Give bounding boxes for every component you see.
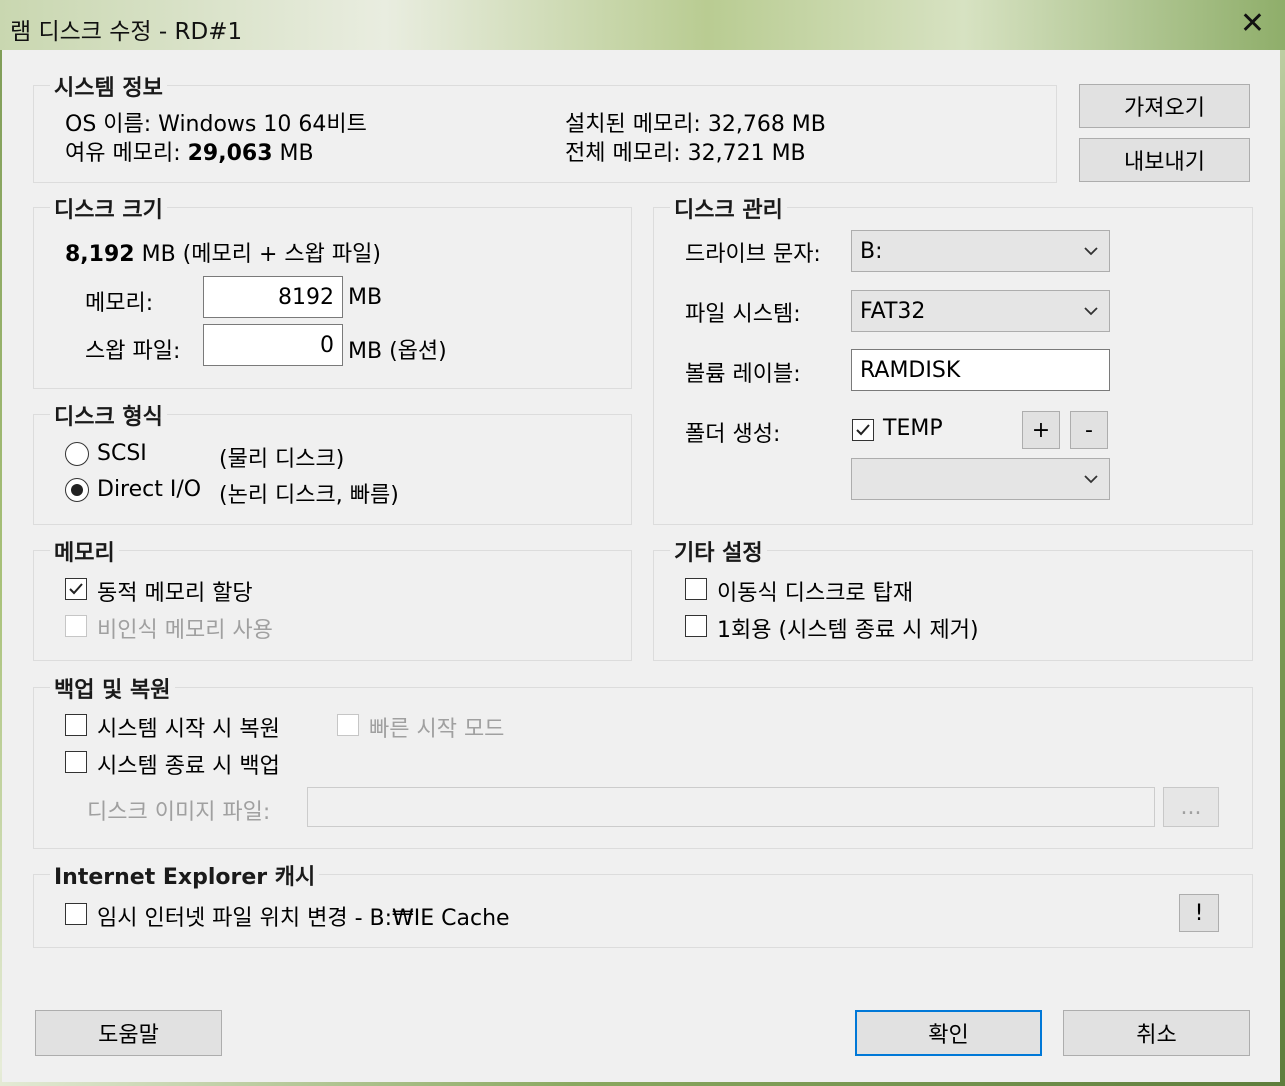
restore-on-start-checkbox[interactable] [65,714,87,736]
removable-label[interactable]: 이동식 디스크로 탑재 [717,575,913,607]
other-settings-group: 기타 설정 이동식 디스크로 탑재 1회용 (시스템 종료 시 제거) [653,535,1253,661]
help-button[interactable]: 도움말 [35,1010,222,1056]
fast-start-label[interactable]: 빠른 시작 모드 [369,711,504,743]
os-label: OS 이름: [65,112,152,137]
disk-size-total: 8,192 MB (메모리 + 스왑 파일) [65,236,381,268]
memory-group: 메모리 동적 메모리 할당 비인식 메모리 사용 [33,535,632,661]
ie-cache-label: Internet Explorer 캐시 [50,859,320,891]
close-icon[interactable]: ✕ [1240,6,1265,41]
disk-size-group: 디스크 크기 8,192 MB (메모리 + 스왑 파일) 메모리: 8192 … [33,192,632,389]
scsi-radio[interactable] [65,442,89,466]
backup-group: 백업 및 복원 시스템 시작 시 복원 빠른 시작 모드 시스템 종료 시 백업… [33,672,1253,849]
image-file-label: 디스크 이미지 파일: [87,800,271,825]
image-file-input[interactable] [307,787,1155,827]
filesystem-select[interactable]: FAT32 [851,290,1110,332]
filesystem-label: 파일 시스템: [685,302,801,327]
free-mem-label: 여유 메모리: [65,141,181,166]
memory-group-label: 메모리 [50,535,119,567]
chevron-down-icon [1084,475,1098,484]
ok-button[interactable]: 확인 [855,1010,1042,1056]
memory-size-label: 메모리: [85,291,154,316]
backup-on-shutdown-checkbox[interactable] [65,751,87,773]
backup-label: 백업 및 복원 [50,672,175,704]
fast-start-checkbox[interactable] [337,714,359,736]
ie-cache-group: Internet Explorer 캐시 임시 인터넷 파일 위치 변경 - B… [33,859,1253,948]
cancel-button[interactable]: 취소 [1063,1010,1250,1056]
free-mem-unit: MB [279,141,314,166]
title-bar[interactable]: 램 디스크 수정 - RD#1 ✕ [0,0,1285,50]
folder-select[interactable] [851,458,1110,500]
chevron-down-icon [1084,247,1098,256]
disk-manage-group: 디스크 관리 드라이브 문자: B: 파일 시스템: FAT32 볼륨 레이블:… [653,192,1253,525]
total-memory: 전체 메모리: 32,721 MB [565,141,806,166]
other-settings-label: 기타 설정 [670,535,767,567]
swap-size-input[interactable]: 0 [203,324,343,366]
folder-temp-label[interactable]: TEMP [883,416,943,441]
system-info-label: 시스템 정보 [50,70,167,102]
backup-on-shutdown-label[interactable]: 시스템 종료 시 백업 [97,748,280,780]
directio-desc: (논리 디스크, 빠름) [219,483,399,508]
swap-size-label: 스왑 파일: [85,339,181,364]
disk-size-total-suffix: MB (메모리 + 스왑 파일) [141,242,381,267]
system-info-group: 시스템 정보 OS 이름: Windows 10 64비트 여유 메모리: 29… [33,70,1057,183]
ie-info-button[interactable]: ! [1179,894,1219,932]
browse-button[interactable]: ... [1163,787,1219,827]
volume-label-label: 볼륨 레이블: [685,362,801,387]
chevron-down-icon [1084,307,1098,316]
onetime-checkbox[interactable] [685,615,707,637]
disk-type-group: 디스크 형식 SCSI (물리 디스크) Direct I/O (논리 디스크,… [33,399,632,525]
drive-letter-value: B: [860,238,883,264]
disk-size-total-value: 8,192 [65,242,135,267]
window-title: 램 디스크 수정 - RD#1 [10,19,243,45]
folder-temp-checkbox[interactable] [852,419,874,441]
ie-cache-change-label[interactable]: 임시 인터넷 파일 위치 변경 - B:₩IE Cache [97,900,510,932]
memory-size-input[interactable]: 8192 [203,276,343,318]
disk-size-label: 디스크 크기 [50,192,167,224]
free-memory: 여유 메모리: 29,063 MB [65,135,314,167]
volume-label-input[interactable]: RAMDISK [851,349,1110,391]
dynamic-memory-label[interactable]: 동적 메모리 할당 [97,575,253,607]
drive-letter-select[interactable]: B: [851,230,1110,272]
dialog-client: 시스템 정보 OS 이름: Windows 10 64비트 여유 메모리: 29… [2,50,1280,1082]
swap-size-unit: MB (옵션) [348,339,447,364]
installed-memory: 설치된 메모리: 32,768 MB [565,112,826,137]
scsi-desc: (물리 디스크) [219,447,345,472]
remove-folder-button[interactable]: - [1070,411,1108,449]
import-button[interactable]: 가져오기 [1079,84,1250,128]
onetime-label[interactable]: 1회용 (시스템 종료 시 제거) [717,612,979,644]
folder-create-label: 폴더 생성: [685,422,781,447]
export-button[interactable]: 내보내기 [1079,138,1250,182]
os-name: OS 이름: Windows 10 64비트 [65,106,367,138]
disk-manage-label: 디스크 관리 [670,192,787,224]
filesystem-value: FAT32 [860,298,926,324]
directio-radio[interactable] [65,478,89,502]
dynamic-memory-checkbox[interactable] [65,578,87,600]
restore-on-start-label[interactable]: 시스템 시작 시 복원 [97,711,280,743]
nonpaged-memory-label[interactable]: 비인식 메모리 사용 [97,612,273,644]
memory-size-unit: MB [348,285,383,310]
os-value: Windows 10 64비트 [158,112,367,137]
directio-label[interactable]: Direct I/O [97,477,201,502]
ie-cache-checkbox[interactable] [65,903,87,925]
disk-type-label: 디스크 형식 [50,399,167,431]
drive-letter-label: 드라이브 문자: [685,242,821,267]
free-mem-value: 29,063 [187,141,273,166]
add-folder-button[interactable]: + [1022,411,1060,449]
scsi-label[interactable]: SCSI [97,441,147,466]
removable-checkbox[interactable] [685,578,707,600]
nonpaged-memory-checkbox[interactable] [65,615,87,637]
